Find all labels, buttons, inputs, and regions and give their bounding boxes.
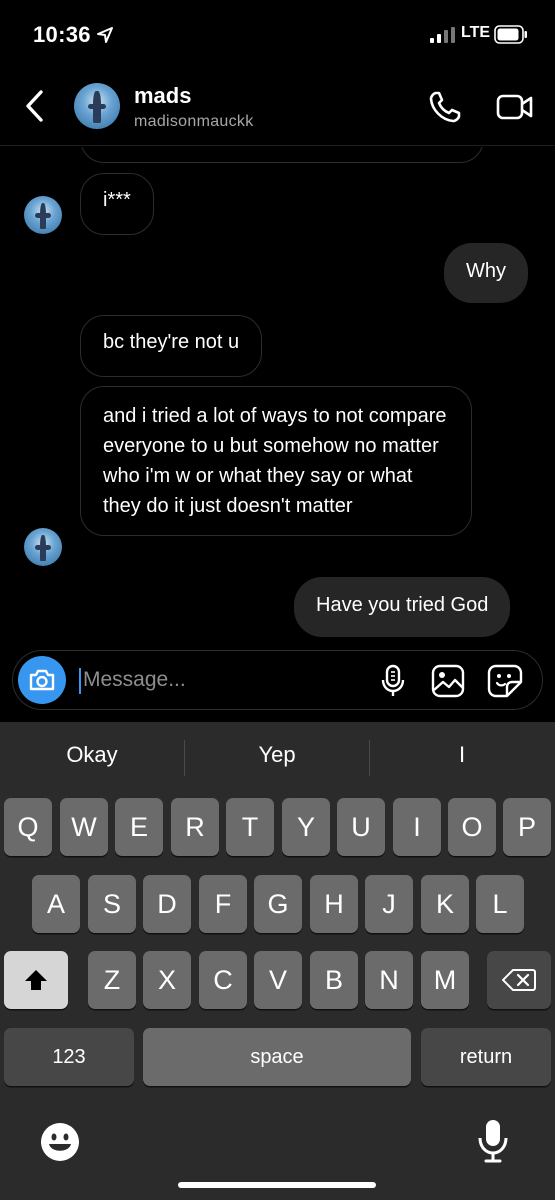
avatar[interactable]: [74, 83, 120, 129]
network-type: LTE: [461, 24, 491, 41]
message-text: i***: [103, 189, 131, 211]
message-text: and i tried a lot of ways to not compare…: [103, 405, 447, 517]
key-n[interactable]: N: [365, 951, 413, 1009]
key-p[interactable]: P: [503, 798, 551, 856]
message-bubble-incoming[interactable]: bc they're not u: [80, 315, 263, 377]
location-arrow-icon: [97, 27, 113, 43]
key-v[interactable]: V: [254, 951, 302, 1009]
status-time: 10:36: [33, 22, 91, 47]
key-o[interactable]: O: [448, 798, 496, 856]
key-e[interactable]: E: [115, 798, 163, 856]
message-text: bc they're not u: [103, 331, 240, 353]
signal-icon: [430, 27, 455, 43]
numbers-key[interactable]: 123: [4, 1028, 134, 1086]
message-bubble-outgoing[interactable]: Why: [444, 243, 528, 303]
shift-icon: [25, 970, 47, 990]
key-r[interactable]: R: [171, 798, 219, 856]
message-bubble-incoming[interactable]: i***: [80, 173, 154, 235]
message-text: Have you tried God: [316, 594, 489, 616]
key-z[interactable]: Z: [88, 951, 136, 1009]
key-j[interactable]: J: [365, 875, 413, 933]
contact-username[interactable]: madisonmauckk: [134, 113, 254, 131]
return-key[interactable]: return: [421, 1028, 551, 1086]
chat-header: mads madisonmauckk: [0, 70, 555, 146]
key-c[interactable]: C: [199, 951, 247, 1009]
key-t[interactable]: T: [226, 798, 274, 856]
key-x[interactable]: X: [143, 951, 191, 1009]
key-b[interactable]: B: [310, 951, 358, 1009]
key-u[interactable]: U: [337, 798, 385, 856]
key-w[interactable]: W: [60, 798, 108, 856]
message-text: Why: [466, 260, 506, 282]
key-l[interactable]: L: [476, 875, 524, 933]
message-input[interactable]: [83, 665, 373, 695]
key-a[interactable]: A: [32, 875, 80, 933]
message-bubble-partial: [80, 147, 484, 163]
key-s[interactable]: S: [88, 875, 136, 933]
backspace-icon: [502, 969, 536, 991]
message-composer: [12, 650, 543, 710]
key-h[interactable]: H: [310, 875, 358, 933]
key-m[interactable]: M: [421, 951, 469, 1009]
back-icon[interactable]: [22, 88, 48, 124]
backspace-key[interactable]: [487, 951, 551, 1009]
status-bar: 10:36 LTE: [0, 0, 555, 70]
key-d[interactable]: D: [143, 875, 191, 933]
key-q[interactable]: Q: [4, 798, 52, 856]
camera-button[interactable]: [18, 656, 66, 704]
message-bubble-incoming[interactable]: and i tried a lot of ways to not compare…: [80, 386, 472, 536]
key-f[interactable]: F: [199, 875, 247, 933]
key-y[interactable]: Y: [282, 798, 330, 856]
contact-name[interactable]: mads: [134, 83, 191, 109]
camera-icon: [29, 669, 55, 691]
dictation-icon[interactable]: [476, 1118, 510, 1164]
key-i[interactable]: I: [393, 798, 441, 856]
keyboard: Okay Yep I Q W E R T Y U I O P A S D F G…: [0, 722, 555, 1200]
predictive-bar: Okay Yep I: [0, 722, 555, 794]
home-indicator[interactable]: [178, 1182, 376, 1188]
message-thread[interactable]: i*** Why bc they're not u and i tried a …: [0, 147, 555, 647]
phone-icon[interactable]: [428, 90, 462, 124]
suggestion-item[interactable]: Okay: [0, 742, 184, 768]
suggestion-item[interactable]: I: [370, 742, 554, 768]
key-k[interactable]: K: [421, 875, 469, 933]
video-icon[interactable]: [496, 92, 534, 122]
gallery-icon[interactable]: [431, 664, 465, 698]
microphone-icon[interactable]: [379, 664, 407, 698]
sender-avatar[interactable]: [24, 528, 62, 566]
shift-key[interactable]: [4, 951, 68, 1009]
emoji-icon[interactable]: [40, 1122, 80, 1162]
space-key[interactable]: space: [143, 1028, 411, 1086]
key-g[interactable]: G: [254, 875, 302, 933]
sticker-icon[interactable]: [487, 664, 523, 698]
battery-icon: [494, 25, 527, 44]
message-bubble-outgoing[interactable]: Have you tried God: [294, 577, 511, 637]
sender-avatar[interactable]: [24, 196, 62, 234]
text-caret: [79, 668, 81, 694]
suggestion-item[interactable]: Yep: [185, 742, 369, 768]
